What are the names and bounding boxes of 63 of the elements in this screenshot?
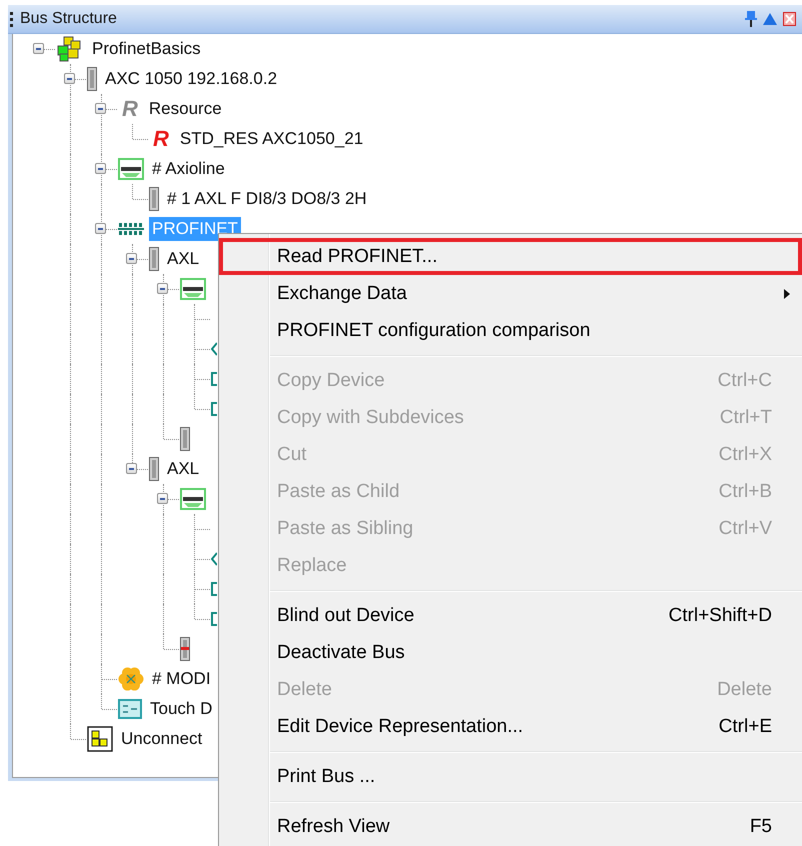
network-icon: [118, 222, 144, 236]
resource-icon: R: [153, 126, 169, 152]
collapse-icon[interactable]: [763, 13, 777, 25]
chevron-icon: [211, 552, 217, 566]
cubes-icon: [87, 726, 113, 752]
tree-item-label[interactable]: ProfinetBasics: [89, 37, 204, 61]
shortcut-text: Ctrl+Shift+D: [668, 604, 772, 626]
close-icon[interactable]: [783, 12, 796, 26]
bracket-icon: [211, 372, 217, 386]
collapse-toggle[interactable]: [33, 43, 44, 54]
tree-item-label[interactable]: # MODI: [149, 667, 214, 691]
shortcut-text: Ctrl+C: [718, 370, 772, 392]
tree-item-label[interactable]: STD_RES AXC1050_21: [176, 127, 366, 151]
device-icon: [149, 457, 159, 481]
device-icon: [149, 187, 159, 211]
device-icon: [180, 637, 190, 661]
collapse-toggle[interactable]: [95, 223, 106, 234]
menu-item[interactable]: PROFINET configuration comparison: [219, 312, 802, 349]
grip-icon: [10, 11, 14, 27]
shortcut-text: Ctrl+T: [720, 406, 772, 428]
menu-item[interactable]: Read PROFINET...: [219, 238, 802, 275]
module-icon: [180, 488, 206, 510]
menu-item[interactable]: Blind out Device Ctrl+Shift+D: [219, 597, 802, 634]
collapse-toggle[interactable]: [157, 493, 168, 504]
collapse-toggle[interactable]: [95, 163, 106, 174]
menu-item[interactable]: Edit Device Representation... Ctrl+E: [219, 708, 802, 745]
tree-item-label[interactable]: AXC 1050 192.168.0.2: [102, 67, 280, 91]
tree-item-label[interactable]: Touch D: [147, 697, 216, 721]
menu-item[interactable]: Deactivate Bus: [219, 634, 802, 671]
tree-item-label[interactable]: Unconnect: [118, 727, 206, 751]
tree-item-label[interactable]: AXL: [164, 457, 202, 481]
collapse-toggle[interactable]: [126, 463, 137, 474]
collapse-toggle[interactable]: [157, 283, 168, 294]
collapse-toggle[interactable]: [126, 253, 137, 264]
menu-item[interactable]: Exchange Data: [219, 275, 802, 312]
device-icon: [180, 427, 190, 451]
menu-item[interactable]: Print Bus ...: [219, 758, 802, 795]
menu-item[interactable]: Refresh View F5: [219, 808, 802, 845]
flower-icon: [118, 666, 144, 692]
tree-item-label[interactable]: Resource: [146, 97, 225, 121]
device-icon: [149, 247, 159, 271]
module-icon: [118, 158, 144, 180]
shortcut-text: F5: [750, 816, 772, 838]
bracket-icon: [211, 612, 217, 626]
panel-title: Bus Structure: [20, 10, 118, 28]
shortcut-text: Delete: [717, 678, 772, 700]
bracket-icon: [211, 402, 217, 416]
shortcut-text: Ctrl+B: [718, 480, 772, 502]
shortcut-text: Ctrl+V: [718, 518, 772, 540]
panel-icon: [118, 699, 142, 719]
tree-item-label[interactable]: AXL: [164, 247, 202, 271]
tree-item-label[interactable]: # 1 AXL F DI8/3 DO8/3 2H: [164, 187, 370, 211]
shortcut-text: Ctrl+X: [718, 444, 772, 466]
collapse-toggle[interactable]: [64, 73, 75, 84]
tree-item-label[interactable]: # Axioline: [149, 157, 228, 181]
bracket-icon: [211, 582, 217, 596]
chevron-icon: [211, 342, 217, 356]
shortcut-text: Ctrl+E: [718, 716, 772, 738]
resource-icon: R: [122, 96, 138, 122]
collapse-toggle[interactable]: [95, 103, 106, 114]
pin-icon[interactable]: [745, 11, 757, 27]
module-icon: [180, 278, 206, 300]
device-icon: [87, 67, 97, 91]
